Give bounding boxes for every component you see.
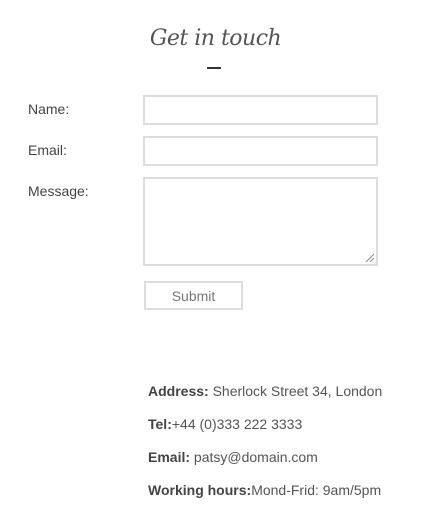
message-textarea[interactable]	[143, 177, 378, 266]
name-label: Name:	[28, 101, 70, 117]
tel-line: Tel:+44 (0)333 222 3333	[148, 416, 302, 432]
hours-value: Mond-Frid: 9am/5pm	[251, 482, 382, 498]
contact-email-value: patsy@domain.com	[190, 449, 318, 465]
resize-handle-icon[interactable]	[364, 252, 374, 262]
hours-line: Working hours:Mond-Frid: 9am/5pm	[148, 482, 381, 498]
message-label: Message:	[28, 183, 89, 199]
email-input[interactable]	[143, 136, 378, 166]
email-line: Email: patsy@domain.com	[148, 449, 318, 465]
name-input[interactable]	[143, 95, 378, 125]
address-line: Address: Sherlock Street 34, London	[148, 383, 382, 399]
address-value: Sherlock Street 34, London	[208, 383, 383, 399]
title-divider	[207, 67, 221, 69]
contact-email-label: Email:	[148, 449, 191, 465]
submit-button[interactable]: Submit	[144, 281, 243, 310]
contact-form-title: Get in touch	[149, 26, 282, 51]
email-label: Email:	[28, 142, 67, 158]
tel-value: +44 (0)333 222 3333	[171, 416, 303, 432]
tel-label: Tel:	[148, 416, 172, 432]
hours-label: Working hours:	[148, 482, 252, 498]
address-label: Address:	[148, 383, 209, 399]
